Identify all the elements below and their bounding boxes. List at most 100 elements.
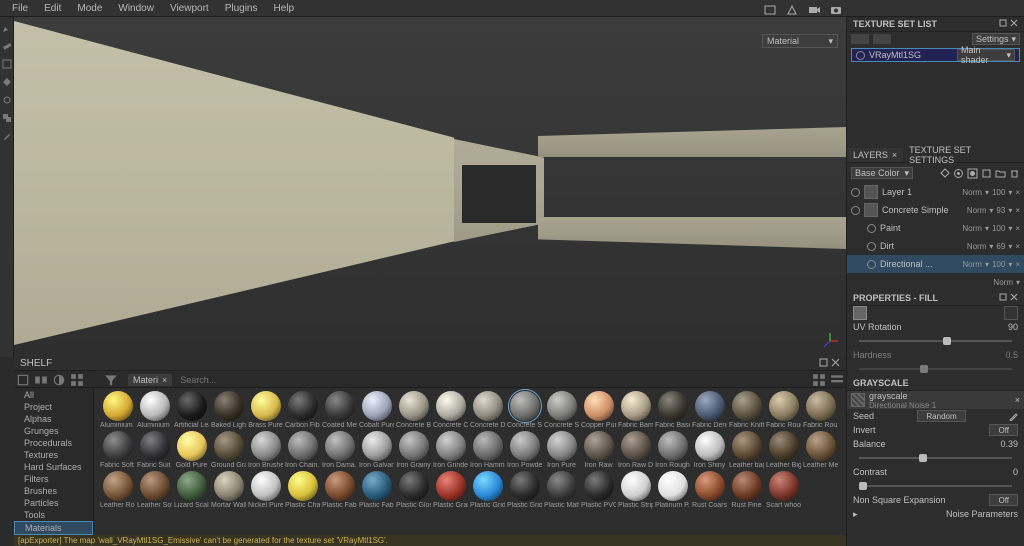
undock-icon[interactable] [819,358,828,367]
add-layer-icon[interactable] [981,168,992,179]
screenshot-icon[interactable] [830,4,842,16]
close-icon[interactable]: × [1015,260,1020,269]
material-item[interactable]: Fabric Soft ... [100,431,135,469]
shelf-tab-materials[interactable]: Materi× [128,374,172,386]
render-icon[interactable] [764,4,776,16]
close-icon[interactable]: × [892,150,897,160]
material-item[interactable]: Iron Grainy [396,431,431,469]
tab-texture-set-settings[interactable]: TEXTURE SET SETTINGS [903,148,1024,162]
shelf-cat-all[interactable]: All [14,389,93,401]
material-item[interactable]: Concrete S... [544,391,579,429]
shelf-cat-materials[interactable]: Materials [14,521,93,535]
clone-icon[interactable] [2,113,12,123]
layer-row[interactable]: Layer 1Norm▾100▾× [847,183,1024,201]
nse-toggle[interactable]: Off [989,494,1018,506]
material-item[interactable]: Iron Shiny [692,431,727,469]
material-item[interactable]: Iron Grinded [433,431,468,469]
menu-help[interactable]: Help [266,3,303,14]
hardness-slider[interactable] [859,368,1012,370]
undock-icon[interactable] [999,19,1007,27]
close-icon[interactable]: × [1015,188,1020,197]
material-item[interactable]: Lizard Scales [174,471,209,509]
close-icon[interactable]: × [1015,395,1020,405]
material-item[interactable]: Gold Pure [174,431,209,469]
tab-layers[interactable]: LAYERS × [847,148,903,162]
bucket-icon[interactable] [939,168,950,179]
undock-icon[interactable] [999,293,1007,301]
shader-dropdown[interactable]: Main shader▾ [957,49,1015,61]
edit-icon[interactable] [1009,412,1018,421]
material-item[interactable]: Fabric Base... [655,391,690,429]
material-item[interactable]: Coated Metal [322,391,357,429]
view-list-icon[interactable] [830,373,844,387]
ts-settings-dropdown[interactable]: Settings▾ [972,33,1020,45]
material-item[interactable]: Concrete S... [507,391,542,429]
import-icon[interactable] [16,373,30,387]
material-item[interactable]: Iron Pure [544,431,579,469]
shelf-cat-brushes[interactable]: Brushes [14,485,93,497]
smudge-icon[interactable] [2,95,12,105]
material-item[interactable]: Iron Rough [655,431,690,469]
shelf-cat-procedurals[interactable]: Procedurals [14,437,93,449]
layer-row[interactable]: Concrete SimpleNorm▾93▾× [847,201,1024,219]
shelf-cat-particles[interactable]: Particles [14,497,93,509]
channel-dropdown[interactable]: Base Color▾ [851,167,913,179]
texture-set-item[interactable]: VRayMtl1SG Main shader▾ [851,48,1020,62]
viewport-canvas[interactable] [14,17,846,357]
grayscale-thumb[interactable] [851,393,865,407]
material-item[interactable]: Fabric Suit ... [137,431,172,469]
layer-thumb[interactable] [864,203,878,217]
material-item[interactable]: Iron Hamm... [470,431,505,469]
menu-edit[interactable]: Edit [36,3,69,14]
layer-row[interactable]: PaintNorm▾100▾× [847,219,1024,237]
material-item[interactable]: Brass Pure [248,391,283,429]
invert-toggle[interactable]: Off [989,424,1018,436]
layer-thumb[interactable] [864,185,878,199]
material-item[interactable]: Plastic Matt... [544,471,579,509]
menu-plugins[interactable]: Plugins [217,3,266,14]
picker-icon[interactable] [2,131,12,141]
close-icon[interactable]: × [1015,206,1020,215]
close-icon[interactable]: × [162,375,167,385]
menu-window[interactable]: Window [110,3,162,14]
view-large-icon[interactable] [812,373,826,387]
material-item[interactable]: Ground Gra... [211,431,246,469]
material-item[interactable]: Leather Me... [803,431,838,469]
material-item[interactable]: Rust Fine [729,471,764,509]
contrast-slider[interactable] [859,485,1012,487]
material-item[interactable]: Fabric Knitt... [729,391,764,429]
material-item[interactable]: Iron Chain... [285,431,320,469]
material-item[interactable]: Carbon Fiber [285,391,320,429]
material-item[interactable]: Fabric Rou... [803,391,838,429]
material-item[interactable]: Plastic Fabri... [322,471,357,509]
material-item[interactable]: Iron Brushed [248,431,283,469]
uv-rotation-slider[interactable] [859,340,1012,342]
ts-thumb-1[interactable] [851,34,869,44]
material-item[interactable]: Platinum P... [655,471,690,509]
shelf-search-input[interactable] [180,375,812,385]
shelf-cat-textures[interactable]: Textures [14,449,93,461]
material-item[interactable]: Plastic Fabr... [359,471,394,509]
shelf-cat-tools[interactable]: Tools [14,509,93,521]
visibility-icon[interactable] [851,188,860,197]
material-item[interactable]: Plastic Stripes [618,471,653,509]
trash-icon[interactable] [1009,168,1020,179]
shelf-cat-project[interactable]: Project [14,401,93,413]
eraser-icon[interactable] [2,41,12,51]
material-item[interactable]: Iron Dama... [322,431,357,469]
close-icon[interactable]: × [1015,224,1020,233]
shelf-grid-icon[interactable] [70,373,84,387]
noise-parameters-toggle[interactable]: ▸ Noise Parameters [847,507,1024,521]
material-item[interactable]: Iron Raw D... [618,431,653,469]
projection-icon[interactable] [2,59,12,69]
mask-icon[interactable] [967,168,978,179]
menu-mode[interactable]: Mode [69,3,110,14]
filter-icon[interactable] [104,373,118,387]
visibility-icon[interactable] [851,206,860,215]
polyfill-icon[interactable] [2,77,12,87]
material-item[interactable]: Cobalt Pure [359,391,394,429]
visibility-icon[interactable] [867,224,876,233]
material-item[interactable]: Plastic Cha... [285,471,320,509]
material-item[interactable]: Aluminium ... [100,391,135,429]
ts-thumb-2[interactable] [873,34,891,44]
